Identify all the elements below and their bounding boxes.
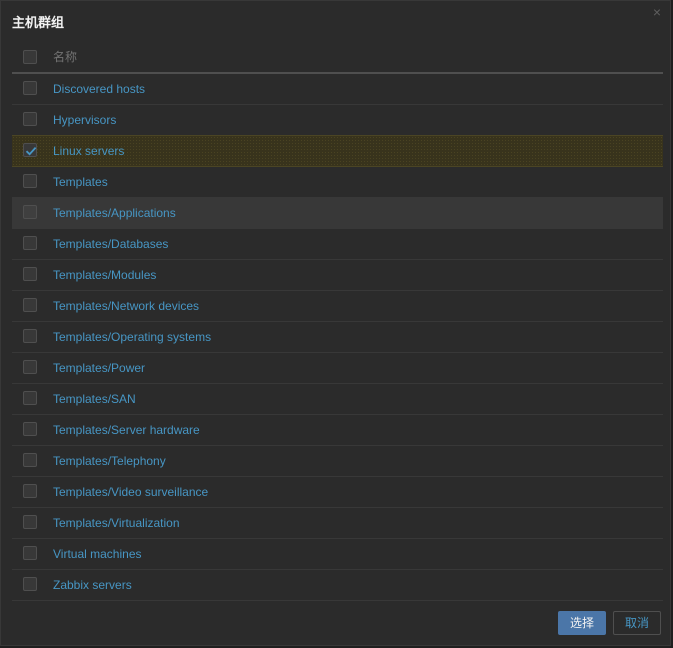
dialog-title: 主机群组 <box>12 15 65 30</box>
host-group-link[interactable]: Discovered hosts <box>53 74 145 104</box>
table-row-selected: Linux servers <box>12 135 663 167</box>
table-row: Templates/Power <box>12 353 663 384</box>
row-checkbox[interactable] <box>23 236 37 250</box>
row-checkbox[interactable] <box>23 422 37 436</box>
row-checkbox[interactable] <box>23 329 37 343</box>
table-row: Discovered hosts <box>12 74 663 105</box>
row-checkbox[interactable] <box>23 360 37 374</box>
host-group-link[interactable]: Virtual machines <box>53 539 142 569</box>
row-checkbox[interactable] <box>23 546 37 560</box>
table-row: Templates/Network devices <box>12 291 663 322</box>
table-row: Templates/Server hardware <box>12 415 663 446</box>
table-row: Templates/Operating systems <box>12 322 663 353</box>
table-row: Hypervisors <box>12 105 663 136</box>
row-checkbox[interactable] <box>23 391 37 405</box>
host-group-link[interactable]: Linux servers <box>53 136 124 166</box>
row-checkbox[interactable] <box>23 267 37 281</box>
host-group-link[interactable]: Templates/Databases <box>53 229 168 259</box>
close-icon[interactable]: × <box>650 5 664 19</box>
table-row: Templates <box>12 167 663 198</box>
table-row-hovered: Templates/Applications <box>12 198 663 229</box>
host-groups-table: 名称 Discovered hosts Hypervisors Linux se… <box>12 43 663 601</box>
row-checkbox[interactable] <box>23 112 37 126</box>
table-row: Templates/Virtualization <box>12 508 663 539</box>
host-group-link[interactable]: Hypervisors <box>53 105 116 135</box>
select-button[interactable]: 选择 <box>557 611 606 635</box>
row-checkbox[interactable] <box>23 205 37 219</box>
host-group-link[interactable]: Templates/Telephony <box>53 446 166 476</box>
cancel-button[interactable]: 取消 <box>612 611 661 635</box>
table-row: Templates/Databases <box>12 229 663 260</box>
row-checkbox[interactable] <box>23 81 37 95</box>
table-header-row: 名称 <box>12 43 663 74</box>
column-header-name[interactable]: 名称 <box>53 43 77 72</box>
select-all-checkbox[interactable] <box>23 50 37 64</box>
row-checkbox[interactable] <box>23 453 37 467</box>
host-group-link[interactable]: Templates/Operating systems <box>53 322 211 352</box>
dialog-footer: 选择 取消 <box>557 611 661 635</box>
host-group-link[interactable]: Templates/Modules <box>53 260 156 290</box>
host-group-link[interactable]: Templates/Applications <box>53 198 176 228</box>
table-row: Virtual machines <box>12 539 663 570</box>
host-group-link[interactable]: Zabbix servers <box>53 570 132 600</box>
checkmark-icon <box>25 146 37 156</box>
host-group-link[interactable]: Templates <box>53 167 108 197</box>
table-row: Templates/SAN <box>12 384 663 415</box>
table-row: Zabbix servers <box>12 570 663 601</box>
row-checkbox[interactable] <box>23 174 37 188</box>
row-checkbox[interactable] <box>23 298 37 312</box>
row-checkbox-checked[interactable] <box>23 143 37 157</box>
host-group-link[interactable]: Templates/Network devices <box>53 291 199 321</box>
table-row: Templates/Video surveillance <box>12 477 663 508</box>
row-checkbox[interactable] <box>23 484 37 498</box>
host-groups-dialog: 主机群组 × 名称 Discovered hosts Hypervisors L… <box>0 0 671 646</box>
host-group-link[interactable]: Templates/SAN <box>53 384 136 414</box>
host-group-link[interactable]: Templates/Power <box>53 353 145 383</box>
table-row: Templates/Modules <box>12 260 663 291</box>
host-group-link[interactable]: Templates/Virtualization <box>53 508 180 538</box>
host-group-link[interactable]: Templates/Server hardware <box>53 415 200 445</box>
row-checkbox[interactable] <box>23 577 37 591</box>
host-group-link[interactable]: Templates/Video surveillance <box>53 477 208 507</box>
row-checkbox[interactable] <box>23 515 37 529</box>
table-row: Templates/Telephony <box>12 446 663 477</box>
